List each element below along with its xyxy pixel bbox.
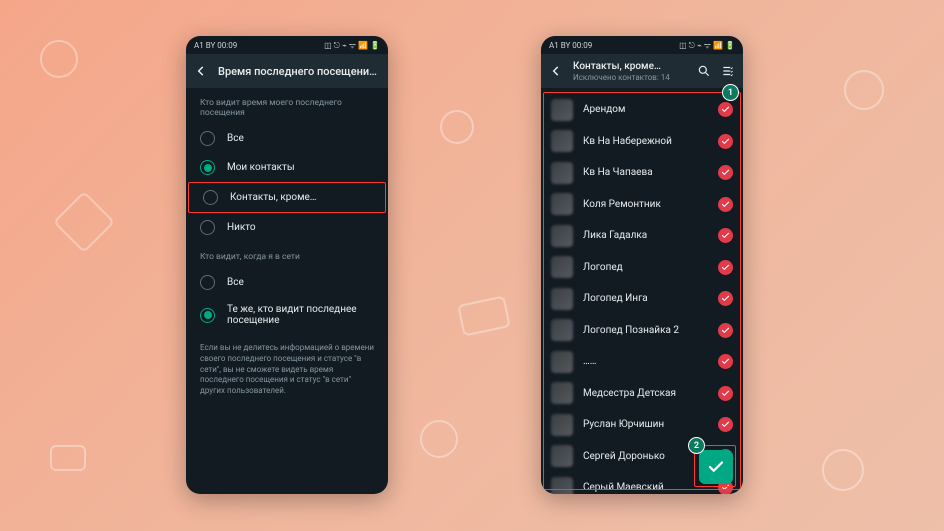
status-bar: A1 BY 00:09 ◫ ⎋ ⌁ ᯤ 📶 🔋 — [541, 36, 743, 54]
contact-row[interactable]: Лика Гадалка — [541, 220, 743, 252]
status-icons: ◫ ⎋ ⌁ ᯤ 📶 🔋 — [679, 40, 735, 51]
contact-row[interactable]: Медсестра Детская — [541, 378, 743, 410]
avatar — [551, 382, 573, 404]
section-last-seen: Кто видит время моего последнего посещен… — [186, 88, 388, 124]
status-bar: A1 BY 00:09 ◫ ⎋ ⌁ ᯤ 📶 🔋 — [186, 36, 388, 54]
avatar — [551, 225, 573, 247]
highlight-contacts-except: Контакты, кроме… — [188, 182, 386, 213]
contact-name: Сергей Доронько — [583, 451, 708, 462]
avatar — [551, 130, 573, 152]
check-icon[interactable] — [718, 291, 733, 306]
contact-row[interactable]: Логопед Инга — [541, 283, 743, 315]
back-icon[interactable] — [194, 64, 208, 78]
app-bar: Контакты, кроме… Исключено контактов: 14 — [541, 54, 743, 88]
contact-row[interactable]: Кв На Чапаева — [541, 157, 743, 189]
back-icon[interactable] — [549, 64, 563, 78]
search-icon[interactable] — [697, 64, 711, 78]
phone-left: A1 BY 00:09 ◫ ⎋ ⌁ ᯤ 📶 🔋 Время последнего… — [186, 36, 388, 494]
badge-2: 2 — [688, 437, 705, 454]
contact-name: Коля Ремонтник — [583, 199, 708, 210]
select-all-icon[interactable] — [721, 64, 735, 78]
check-icon[interactable] — [718, 102, 733, 117]
check-icon[interactable] — [718, 323, 733, 338]
appbar-title: Контакты, кроме… — [573, 61, 687, 72]
contact-name: Логопед Познайка 2 — [583, 325, 708, 336]
contact-name: Арендом — [583, 104, 708, 115]
phone-right: A1 BY 00:09 ◫ ⎋ ⌁ ᯤ 📶 🔋 Контакты, кроме…… — [541, 36, 743, 494]
contact-name: Логопед Инга — [583, 293, 708, 304]
avatar — [551, 288, 573, 310]
avatar — [551, 256, 573, 278]
contact-row[interactable]: Руслан Юрчишин — [541, 409, 743, 441]
check-icon[interactable] — [718, 197, 733, 212]
contact-name: Логопед — [583, 262, 708, 273]
section-online: Кто видит, когда я в сети — [186, 242, 388, 268]
contact-row[interactable]: Логопед — [541, 252, 743, 284]
badge-1: 1 — [722, 84, 739, 101]
avatar — [551, 445, 573, 467]
check-icon[interactable] — [718, 228, 733, 243]
check-icon[interactable] — [718, 417, 733, 432]
radio-online-same[interactable]: Те же, кто видит последнее посещение — [186, 297, 388, 333]
avatar — [551, 477, 573, 494]
avatar — [551, 414, 573, 436]
contact-row[interactable]: Кв На Набережной — [541, 126, 743, 158]
contact-name: …… — [583, 356, 708, 367]
check-icon[interactable] — [718, 165, 733, 180]
avatar — [551, 319, 573, 341]
radio-contacts-except[interactable]: Контакты, кроме… — [189, 183, 385, 212]
info-text: Если вы не делитесь информацией о времен… — [186, 333, 388, 407]
radio-my-contacts[interactable]: Мои контакты — [186, 153, 388, 182]
contact-name: Медсестра Детская — [583, 388, 708, 399]
contact-name: Серый Маевский — [583, 482, 708, 493]
check-icon[interactable] — [718, 354, 733, 369]
check-icon[interactable] — [718, 134, 733, 149]
contact-row[interactable]: Коля Ремонтник — [541, 189, 743, 221]
avatar — [551, 351, 573, 373]
contact-name: Руслан Юрчишин — [583, 419, 708, 430]
contact-name: Кв На Чапаева — [583, 167, 708, 178]
radio-nobody[interactable]: Никто — [186, 213, 388, 242]
status-icons: ◫ ⎋ ⌁ ᯤ 📶 🔋 — [324, 40, 380, 51]
contact-row[interactable]: Арендом — [541, 94, 743, 126]
confirm-fab[interactable] — [699, 450, 733, 484]
radio-online-all[interactable]: Все — [186, 268, 388, 297]
contact-row[interactable]: Логопед Познайка 2 — [541, 315, 743, 347]
avatar — [551, 193, 573, 215]
check-icon[interactable] — [718, 260, 733, 275]
background — [0, 0, 944, 531]
check-icon[interactable] — [718, 386, 733, 401]
avatar — [551, 162, 573, 184]
contacts-list[interactable]: Арендом Кв На Набережной Кв На Чапаева Коля… — [541, 94, 743, 494]
contact-name: Кв На Набережной — [583, 136, 708, 147]
contact-row[interactable]: …… — [541, 346, 743, 378]
app-bar: Время последнего посещения и статус… — [186, 54, 388, 88]
avatar — [551, 99, 573, 121]
appbar-title: Время последнего посещения и статус… — [218, 65, 380, 78]
appbar-subtitle: Исключено контактов: 14 — [573, 73, 687, 82]
contact-name: Лика Гадалка — [583, 230, 708, 241]
radio-all[interactable]: Все — [186, 124, 388, 153]
